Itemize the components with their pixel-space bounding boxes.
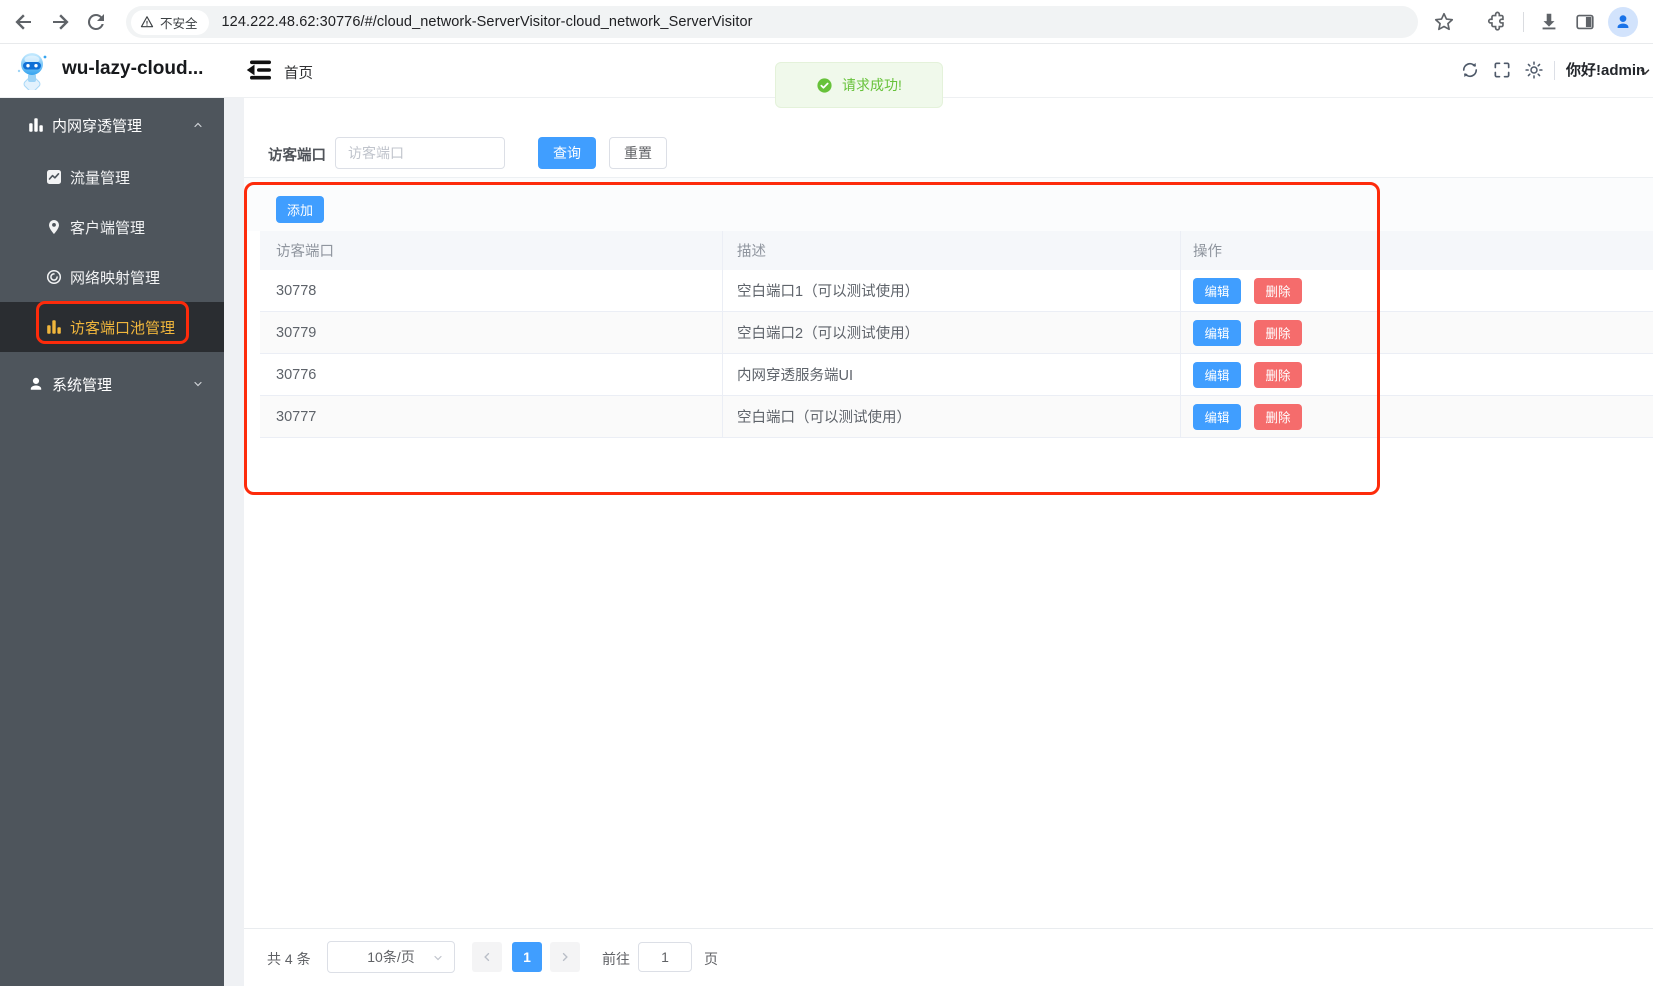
delete-button[interactable]: 删除 [1254,319,1302,346]
sidebar-item-label: 访客端口池管理 [70,319,176,337]
chevron-up-icon [194,122,202,128]
check-circle-icon [817,77,832,93]
edit-button[interactable]: 编辑 [1193,277,1241,304]
table-row: 30777 空白端口（可以测试使用） 编辑 删除 [260,396,1653,438]
sidebar-item-tunnel-management[interactable]: 内网穿透管理 [0,98,224,152]
side-panel-icon[interactable] [1574,11,1596,33]
delete-button[interactable]: 删除 [1254,403,1302,430]
next-page-button[interactable] [550,942,580,972]
user-icon [1617,15,1629,28]
bar-chart-icon [29,118,43,132]
page-unit-label: 页 [704,951,718,967]
edit-button[interactable]: 编辑 [1193,361,1241,388]
table-row: 30776 内网穿透服务端UI 编辑 删除 [260,354,1653,396]
cell-actions: 编辑 删除 [1181,270,1653,311]
toast-message: 请求成功! [842,77,902,93]
cell-description: 空白端口1（可以测试使用） [723,270,1181,311]
toolbar-divider [1523,12,1524,32]
success-toast: 请求成功! [775,62,943,108]
add-button[interactable]: 添加 [276,196,324,223]
sidebar-item-visitor-port-pool[interactable]: 访客端口池管理 [0,302,224,352]
breadcrumb[interactable]: 首页 [284,62,313,83]
cell-port: 30778 [260,270,723,311]
goto-page-input[interactable] [638,942,692,972]
content-gutter [224,98,244,986]
sidebar-item-label: 内网穿透管理 [52,117,143,135]
cell-port: 30779 [260,312,723,353]
chevron-right-icon [562,952,568,962]
goto-label: 前往 [602,951,630,967]
pagination-total: 共 4 条 [267,951,311,967]
sidebar-item-label: 系统管理 [52,376,113,394]
cell-actions: 编辑 删除 [1181,396,1653,437]
table-row: 30778 空白端口1（可以测试使用） 编辑 删除 [260,270,1653,312]
location-pin-icon [49,220,59,234]
download-icon[interactable] [1538,11,1560,33]
cell-actions: 编辑 删除 [1181,354,1653,395]
delete-button[interactable]: 删除 [1254,277,1302,304]
link-icon [46,269,62,285]
edit-button[interactable]: 编辑 [1193,319,1241,346]
chevron-left-icon [484,952,490,962]
table-header: 访客端口 描述 操作 [260,231,1653,270]
current-page-button[interactable]: 1 [512,942,542,972]
browser-toolbar: 不安全 124.222.48.62:30776/#/cloud_network-… [0,0,1653,44]
fullscreen-icon[interactable] [1492,60,1512,80]
page-size-select[interactable]: 10条/页 [327,941,455,973]
delete-button[interactable]: 删除 [1254,361,1302,388]
table-row: 30779 空白端口2（可以测试使用） 编辑 删除 [260,312,1653,354]
page-size-value: 10条/页 [367,949,415,965]
sidebar-fold-icon[interactable] [246,58,272,82]
refresh-icon[interactable] [1460,60,1480,80]
sidebar-item-label: 客户端管理 [70,219,146,237]
user-icon [30,377,42,390]
filter-label: 访客端口 [268,148,326,164]
query-button[interactable]: 查询 [538,137,596,169]
cell-description: 空白端口2（可以测试使用） [723,312,1181,353]
sidebar-item-system-management[interactable]: 系统管理 [0,357,224,411]
reset-button[interactable]: 重置 [609,137,667,169]
edit-button[interactable]: 编辑 [1193,403,1241,430]
bar-chart-icon [47,320,61,334]
bookmark-star-icon[interactable] [1433,11,1455,33]
trend-chart-icon [47,170,61,184]
sidebar-item-label: 网络映射管理 [70,269,161,287]
prev-page-button[interactable] [472,942,502,972]
column-header-actions: 操作 [1193,244,1222,260]
sidebar-item-network-mapping[interactable]: 网络映射管理 [0,252,224,302]
cell-actions: 编辑 删除 [1181,312,1653,353]
app-title: wu-lazy-cloud... [62,58,204,79]
sidebar-item-traffic-management[interactable]: 流量管理 [0,152,224,202]
table-toolbar [244,177,1653,231]
cell-description: 空白端口（可以测试使用） [723,396,1181,437]
cell-port: 30777 [260,396,723,437]
sidebar-item-client-management[interactable]: 客户端管理 [0,202,224,252]
browser-reload-icon[interactable] [84,10,108,34]
chevron-down-icon[interactable] [1638,65,1652,79]
address-bar[interactable]: 不安全 124.222.48.62:30776/#/cloud_network-… [126,6,1418,38]
column-header-description: 描述 [723,231,1181,270]
app-logo-robot-icon [17,53,47,90]
footer-divider [244,928,1653,929]
security-chip[interactable]: 不安全 [131,9,209,35]
browser-profile-avatar[interactable] [1608,7,1638,37]
sidebar-item-label: 流量管理 [70,169,131,187]
sun-theme-icon[interactable] [1524,60,1544,80]
security-label: 不安全 [160,16,198,31]
visitor-port-input[interactable] [335,137,505,169]
cell-port: 30776 [260,354,723,395]
url-text[interactable]: 124.222.48.62:30776/#/cloud_network-Serv… [222,14,753,30]
warning-triangle-icon [140,16,154,28]
extensions-icon[interactable] [1486,11,1508,33]
chevron-down-icon [434,955,442,961]
user-greeting[interactable]: 你好!admin [1566,59,1645,80]
browser-forward-icon[interactable] [48,10,72,34]
cell-description: 内网穿透服务端UI [723,354,1181,395]
column-header-port: 访客端口 [260,231,723,270]
chevron-down-icon [194,381,202,387]
sidebar: 内网穿透管理 流量管理 客户端管理 网络映射管理 访客端口池管理 系统管理 [0,98,224,986]
browser-back-icon[interactable] [12,10,36,34]
header-divider [1554,61,1555,80]
